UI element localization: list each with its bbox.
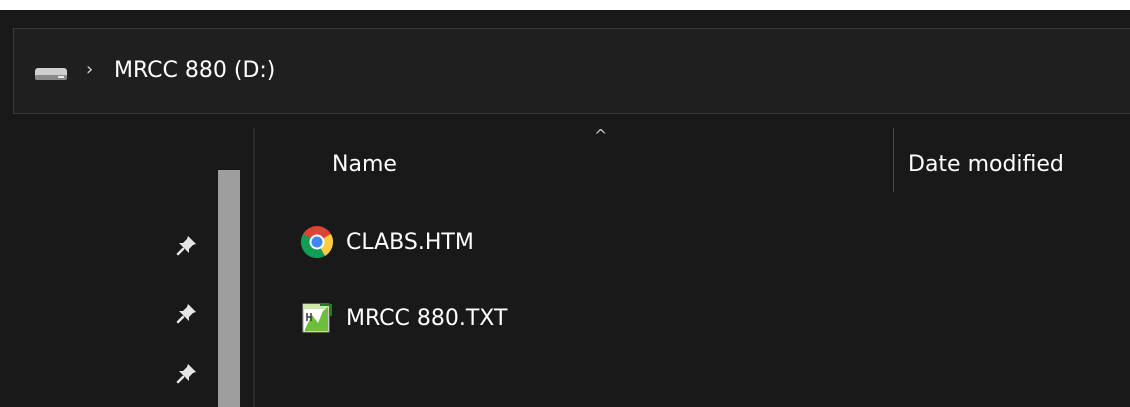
nav-pane-scrollbar[interactable]	[218, 170, 240, 407]
column-header-name[interactable]: Name	[332, 152, 397, 177]
column-divider[interactable]	[893, 128, 894, 192]
file-row-mrcc-txt[interactable]: MRCC 880.TXT	[300, 298, 860, 338]
pin-icon[interactable]	[176, 302, 198, 324]
window-top-edge	[0, 0, 1130, 10]
file-name: CLABS.HTM	[346, 229, 474, 255]
file-row-clabs[interactable]: CLABS.HTM	[300, 222, 860, 262]
breadcrumb-drive[interactable]: MRCC 880 (D:)	[114, 58, 275, 83]
sort-ascending-icon: ^	[594, 126, 608, 145]
pane-divider[interactable]	[253, 128, 255, 407]
drive-icon	[35, 68, 67, 80]
address-bar[interactable]: › MRCC 880 (D:)	[13, 28, 1130, 114]
navigation-pane	[0, 114, 255, 407]
file-name: MRCC 880.TXT	[346, 305, 508, 331]
text-file-icon	[302, 303, 332, 333]
pin-icon[interactable]	[176, 234, 198, 256]
column-header-date-modified[interactable]: Date modified	[908, 152, 1064, 177]
pin-icon[interactable]	[176, 362, 198, 384]
breadcrumb-separator[interactable]: ›	[86, 59, 93, 80]
chrome-icon	[300, 226, 334, 259]
file-explorer-window: › MRCC 880 (D:) ^ Name Date modified CLA…	[0, 0, 1130, 407]
